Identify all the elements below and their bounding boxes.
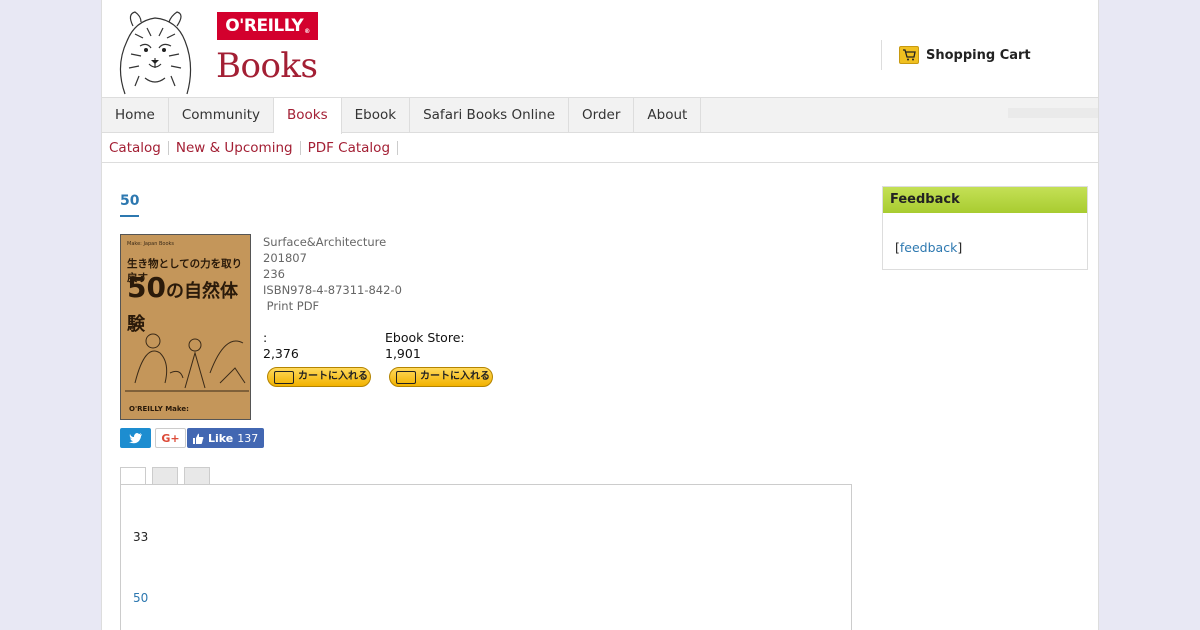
feedback-link[interactable]: feedback: [900, 240, 957, 255]
cover-series-text: Make: Japan Books: [127, 241, 175, 247]
feedback-box: Feedback [feedback]: [882, 186, 1088, 270]
subnav-pdf-catalog[interactable]: PDF Catalog: [308, 140, 399, 155]
content-tab-3[interactable]: [184, 467, 210, 484]
book-formats: Print PDF: [263, 299, 320, 313]
print-price-label: :: [263, 330, 268, 345]
subnav-catalog[interactable]: Catalog: [109, 140, 169, 155]
shopping-cart-link[interactable]: Shopping Cart: [881, 40, 1031, 70]
cover-publisher: O'REILLY Make:: [129, 405, 189, 413]
nav-search-box[interactable]: [1008, 108, 1098, 118]
social-buttons: G+ Like 137: [120, 428, 265, 448]
main-content: 50 Make: Japan Books 生き物としての力を取り戻す 50の自然…: [120, 185, 860, 630]
panel-text-1: 33: [133, 530, 149, 544]
gplus-share-button[interactable]: G+: [155, 428, 186, 448]
books-logo-text[interactable]: Books: [216, 46, 318, 86]
nav-tab-order[interactable]: Order: [569, 98, 635, 133]
nav-tab-about[interactable]: About: [634, 98, 702, 133]
book-title: 50: [120, 193, 140, 217]
cart-icon: [396, 370, 416, 384]
nav-tab-ebook[interactable]: Ebook: [342, 98, 411, 133]
cart-icon: [899, 46, 919, 64]
book-cover[interactable]: Make: Japan Books 生き物としての力を取り戻す 50の自然体験: [120, 234, 251, 420]
add-print-to-cart-button[interactable]: カートに入れる: [267, 367, 371, 387]
nav-tab-home[interactable]: Home: [102, 98, 169, 133]
print-price: 2,376: [263, 346, 299, 361]
tab-panel: 33 50: [120, 484, 852, 630]
main-nav: Home Community Books Ebook Safari Books …: [102, 97, 1098, 134]
book-details: Surface&Architecture 201807 236 ISBN978-…: [263, 234, 563, 314]
twitter-share-button[interactable]: [120, 428, 151, 448]
book-pages: 236: [263, 267, 285, 281]
shopping-cart-label: Shopping Cart: [926, 47, 1031, 63]
content-tab-2[interactable]: [152, 467, 178, 484]
oreilly-logo[interactable]: O'REILLY®: [217, 12, 318, 40]
book-isbn: ISBN978-4-87311-842-0: [263, 283, 402, 297]
ebook-price-label: Ebook Store:: [385, 330, 465, 345]
nav-tab-books[interactable]: Books: [274, 98, 342, 134]
ebook-price-col: Ebook Store: 1,901: [385, 330, 505, 362]
ebook-price: 1,901: [385, 346, 421, 361]
subnav-new-upcoming[interactable]: New & Upcoming: [176, 140, 301, 155]
cart-icon: [274, 370, 294, 384]
page: O'REILLY® Books Shopping Cart Home Commu…: [101, 0, 1099, 630]
nav-tab-community[interactable]: Community: [169, 98, 275, 133]
facebook-like-button[interactable]: Like 137: [187, 428, 265, 448]
panel-link-2[interactable]: 50: [133, 591, 148, 605]
feedback-body: [feedback]: [895, 240, 963, 255]
print-price-col: : 2,376: [263, 330, 383, 362]
header: O'REILLY® Books Shopping Cart: [102, 0, 1098, 97]
feedback-title: Feedback: [883, 187, 1087, 213]
sub-nav: Catalog New & Upcoming PDF Catalog: [102, 133, 1098, 163]
book-date: 201807: [263, 251, 307, 265]
like-count: 137: [237, 431, 259, 445]
twitter-icon: [128, 433, 142, 444]
cover-illustration-icon: [125, 333, 249, 392]
thumbs-up-icon: [193, 433, 204, 444]
content-tabs: [120, 467, 216, 484]
tiger-logo-icon: [119, 11, 192, 95]
add-ebook-to-cart-button[interactable]: カートに入れる: [389, 367, 493, 387]
content-tab-1[interactable]: [120, 467, 146, 484]
nav-tab-safari[interactable]: Safari Books Online: [410, 98, 570, 133]
book-series: Surface&Architecture: [263, 235, 387, 249]
